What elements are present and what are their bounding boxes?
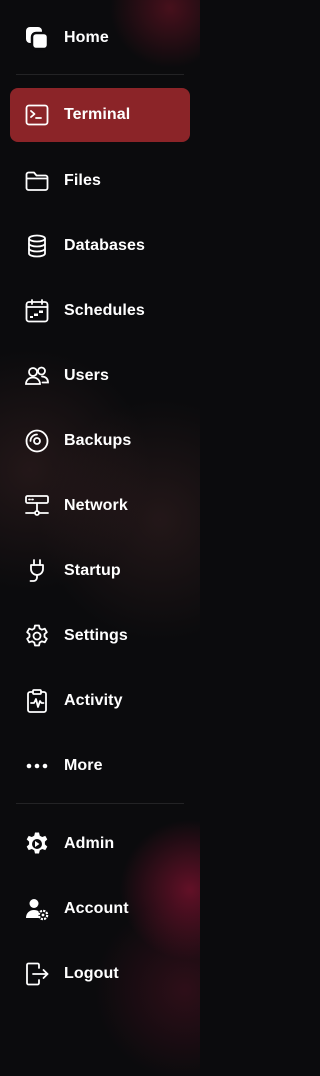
divider	[16, 803, 184, 804]
plug-icon	[24, 558, 50, 584]
sidebar-item-label: Terminal	[64, 106, 131, 123]
sidebar-item-schedules[interactable]: Schedules	[10, 284, 190, 338]
database-icon	[24, 233, 50, 259]
users-icon	[24, 363, 50, 389]
user-cog-icon	[24, 896, 50, 922]
sidebar-item-users[interactable]: Users	[10, 349, 190, 403]
sidebar-item-label: Backups	[64, 432, 132, 449]
sidebar-item-databases[interactable]: Databases	[10, 219, 190, 273]
sidebar-item-label: Schedules	[64, 302, 145, 319]
sidebar-item-files[interactable]: Files	[10, 154, 190, 208]
gear-icon	[24, 623, 50, 649]
sidebar-item-terminal[interactable]: Terminal	[10, 88, 190, 142]
sidebar-item-backups[interactable]: Backups	[10, 414, 190, 468]
sidebar-item-label: Admin	[64, 835, 115, 852]
sidebar-item-label: Logout	[64, 965, 119, 982]
sidebar-item-label: Startup	[64, 562, 121, 579]
calendar-icon	[24, 298, 50, 324]
ellipsis-icon	[24, 753, 50, 779]
sidebar-item-activity[interactable]: Activity	[10, 674, 190, 728]
activity-clipboard-icon	[24, 688, 50, 714]
sidebar-item-account[interactable]: Account	[10, 882, 190, 936]
sidebar-item-more[interactable]: More	[10, 739, 190, 793]
home-icon	[24, 25, 50, 51]
sidebar-item-label: More	[64, 757, 103, 774]
folder-icon	[24, 168, 50, 194]
sidebar-item-label: Files	[64, 172, 101, 189]
network-icon	[24, 493, 50, 519]
sidebar-item-network[interactable]: Network	[10, 479, 190, 533]
sidebar-item-settings[interactable]: Settings	[10, 609, 190, 663]
sidebar-item-label: Account	[64, 900, 129, 917]
sidebar-item-label: Network	[64, 497, 128, 514]
logout-icon	[24, 961, 50, 987]
admin-gear-icon	[24, 831, 50, 857]
divider	[16, 74, 184, 75]
disc-icon	[24, 428, 50, 454]
sidebar-item-label: Activity	[64, 692, 123, 709]
sidebar-item-admin[interactable]: Admin	[10, 817, 190, 871]
sidebar-item-label: Databases	[64, 237, 145, 254]
sidebar-item-label: Settings	[64, 627, 128, 644]
terminal-icon	[24, 102, 50, 128]
sidebar-item-label: Home	[64, 29, 109, 46]
sidebar-item-home[interactable]: Home	[10, 11, 190, 65]
sidebar-item-logout[interactable]: Logout	[10, 947, 190, 1001]
sidebar-item-label: Users	[64, 367, 109, 384]
sidebar-nav: Home Terminal Files Databases Schedules …	[0, 0, 200, 1076]
sidebar-item-startup[interactable]: Startup	[10, 544, 190, 598]
